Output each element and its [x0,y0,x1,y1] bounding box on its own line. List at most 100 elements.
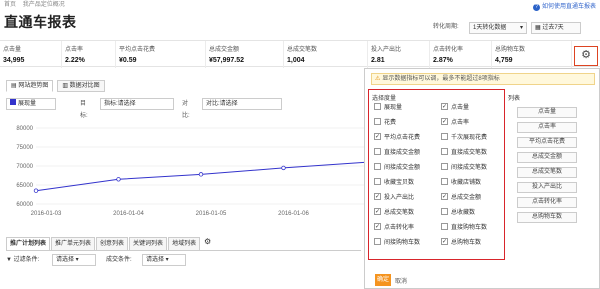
selected-metric-item[interactable]: 总成交金额 [517,152,577,163]
checkbox-icon[interactable] [441,148,448,155]
selected-metric-item[interactable]: 点击转化率 [517,197,577,208]
chart-data-point [116,177,121,182]
metric-clicks: 点击量 34,995 [0,41,62,68]
date-range-select[interactable]: ▦ 过去7天 [531,22,581,34]
metric-avg-cpc: 平均点击花费 ¥0.59 [116,41,206,68]
warning-icon: ⚠ [375,76,381,82]
checkbox-checked-icon[interactable] [374,223,381,230]
chart-y-tick-label: 60000 [16,202,33,208]
checkbox-checked-icon[interactable] [441,103,448,110]
checkbox-checked-icon[interactable] [441,193,448,200]
report-tabs: 推广计划列表 推广单元列表 创意列表 关键词列表 地域列表 ⚙ [6,237,361,251]
checkbox-icon[interactable] [441,133,448,140]
checkbox-icon[interactable] [374,178,381,185]
checkbox-checked-icon[interactable] [374,193,381,200]
filter2-select[interactable]: 请选择 ▾ [142,254,186,266]
chart-target-select[interactable]: 指标:请选择 [100,98,174,110]
tab-campaign-list[interactable]: 推广计划列表 [6,237,51,250]
help-link[interactable]: ? 如何使用直通车报表 [532,1,596,11]
chart-x-tick-label: 2016-01-04 [113,211,144,217]
cancel-button[interactable]: 取消 [395,276,407,285]
checkbox-icon[interactable] [441,178,448,185]
metric-checkbox-item[interactable]: 间接成交金额 [374,163,420,173]
metric-checkbox-item[interactable]: 直接购物车数 [441,223,487,233]
metric-checkbox-item[interactable]: 千次展现花费 [441,133,487,143]
tab-creative-list[interactable]: 创意列表 [96,237,129,250]
checkbox-checked-icon[interactable] [441,118,448,125]
checkbox-icon[interactable] [374,238,381,245]
metric-cart: 总购物车数 4,759 [492,41,572,68]
metric-checkbox-label: 总收藏数 [451,210,476,217]
checkbox-icon[interactable] [441,223,448,230]
list-filter-row: ▼ 过滤条件: 请选择 ▾ 成交条件: 请选择 ▾ [6,254,186,266]
metric-checkbox-item[interactable]: 平均点击花费 [374,133,420,143]
tab-keyword-list[interactable]: 关键词列表 [129,237,168,250]
metric-checkbox-label: 间接购物车数 [384,240,421,247]
metric-checkbox-item[interactable]: 间接购物车数 [374,238,421,248]
filter-icon: ▼ [6,257,12,263]
metric-total-gmv: 总成交金额 ¥57,997.52 [206,41,284,68]
metric-total-orders: 总成交笔数 1,004 [284,41,368,68]
confirm-button[interactable]: 确定 [375,274,391,286]
metric-checkbox-item[interactable]: 收藏店铺数 [441,178,481,188]
trend-chart: 60000 65000 70000 75000 80000 2016-01-03 2016-… [16,126,367,217]
metric-checkbox-label: 投入产出比 [384,195,415,202]
selected-metric-item[interactable]: 总成交笔数 [517,167,577,178]
selected-metric-item[interactable]: 点击率 [517,122,577,133]
tab-trend-chart[interactable]: ▤ 网站趋势图 [6,80,54,92]
metric-checkbox-label: 总成交金额 [451,195,482,202]
metric-checkbox-item[interactable]: 总成交金额 [441,193,482,203]
conversion-period-select[interactable]: 1天转化数据 ▾ [469,22,527,34]
selected-metric-item[interactable]: 总购物车数 [517,212,577,223]
metric-checkbox-item[interactable]: 点击转化率 [374,223,414,233]
chart-x-tick-label: 2016-01-06 [278,211,309,217]
tab-unit-list[interactable]: 推广单元列表 [51,237,96,250]
page-title: 直通车报表 [4,14,77,30]
checkbox-checked-icon[interactable] [441,238,448,245]
breadcrumb-home[interactable]: 首页 [4,2,16,8]
metric-checkbox-item[interactable]: 花费 [374,118,396,128]
metric-checkbox-item[interactable]: 展现量 [374,103,402,113]
metric-checkbox-item[interactable]: 总购物车数 [441,238,482,248]
field-group-title: 选择度量 [372,96,397,102]
chart-metric-select[interactable]: 展现量 [6,98,56,110]
chart-y-tick-label: 70000 [16,164,33,170]
checkbox-icon[interactable] [374,163,381,170]
metric-checkbox-item[interactable]: 投入产出比 [374,193,415,203]
metric-checkbox-label: 直接成交笔数 [451,150,488,157]
tab-compare-chart[interactable]: ▥ 数据对比图 [57,80,105,92]
chart-y-tick-label: 80000 [16,126,33,132]
metric-checkbox-item[interactable]: 直接成交笔数 [441,148,488,158]
selected-metric-item[interactable]: 点击量 [517,107,577,118]
gear-icon[interactable]: ⚙ [201,237,214,246]
metric-checkbox-label: 收藏宝贝数 [384,180,415,187]
checkbox-icon[interactable] [441,208,448,215]
metric-checkbox-item[interactable]: 直接成交金额 [374,148,420,158]
metric-checkbox-label: 间接成交笔数 [451,165,488,172]
tab-region-list[interactable]: 地域列表 [168,237,201,250]
checkbox-icon[interactable] [441,163,448,170]
checkbox-icon[interactable] [374,148,381,155]
selected-metric-item[interactable]: 平均点击花费 [517,137,577,148]
metric-checkbox-item[interactable]: 点击率 [441,118,470,128]
gear-icon: ⚙ [581,49,591,61]
metric-checkbox-item[interactable]: 间接成交笔数 [441,163,488,173]
metric-checkbox-item[interactable]: 收藏宝贝数 [374,178,415,188]
metric-checkbox-item[interactable]: 总成交笔数 [374,208,414,218]
checkbox-checked-icon[interactable] [374,133,381,140]
metric-checkbox-label: 总购物车数 [451,240,482,247]
checkbox-icon[interactable] [374,118,381,125]
filter1-select[interactable]: 请选择 ▾ [52,254,96,266]
metric-checkbox-item[interactable]: 总收藏数 [441,208,476,218]
metric-checkbox-item[interactable]: 点击量 [441,103,469,113]
checkbox-checked-icon[interactable] [374,208,381,215]
conversion-period-label: 转化周期: [433,24,459,30]
metric-checkbox-label: 点击率 [451,120,470,127]
chart-tabs: ▤ 网站趋势图 ▥ 数据对比图 [6,80,107,92]
selected-metric-item[interactable]: 投入产出比 [517,182,577,193]
checkbox-icon[interactable] [374,103,381,110]
help-icon: ? [532,4,540,11]
metrics-settings-button[interactable]: ⚙ [574,46,598,66]
breadcrumb-current[interactable]: 我产品定位概况 [23,2,65,8]
chart-compare-select[interactable]: 对比:请选择 [202,98,282,110]
